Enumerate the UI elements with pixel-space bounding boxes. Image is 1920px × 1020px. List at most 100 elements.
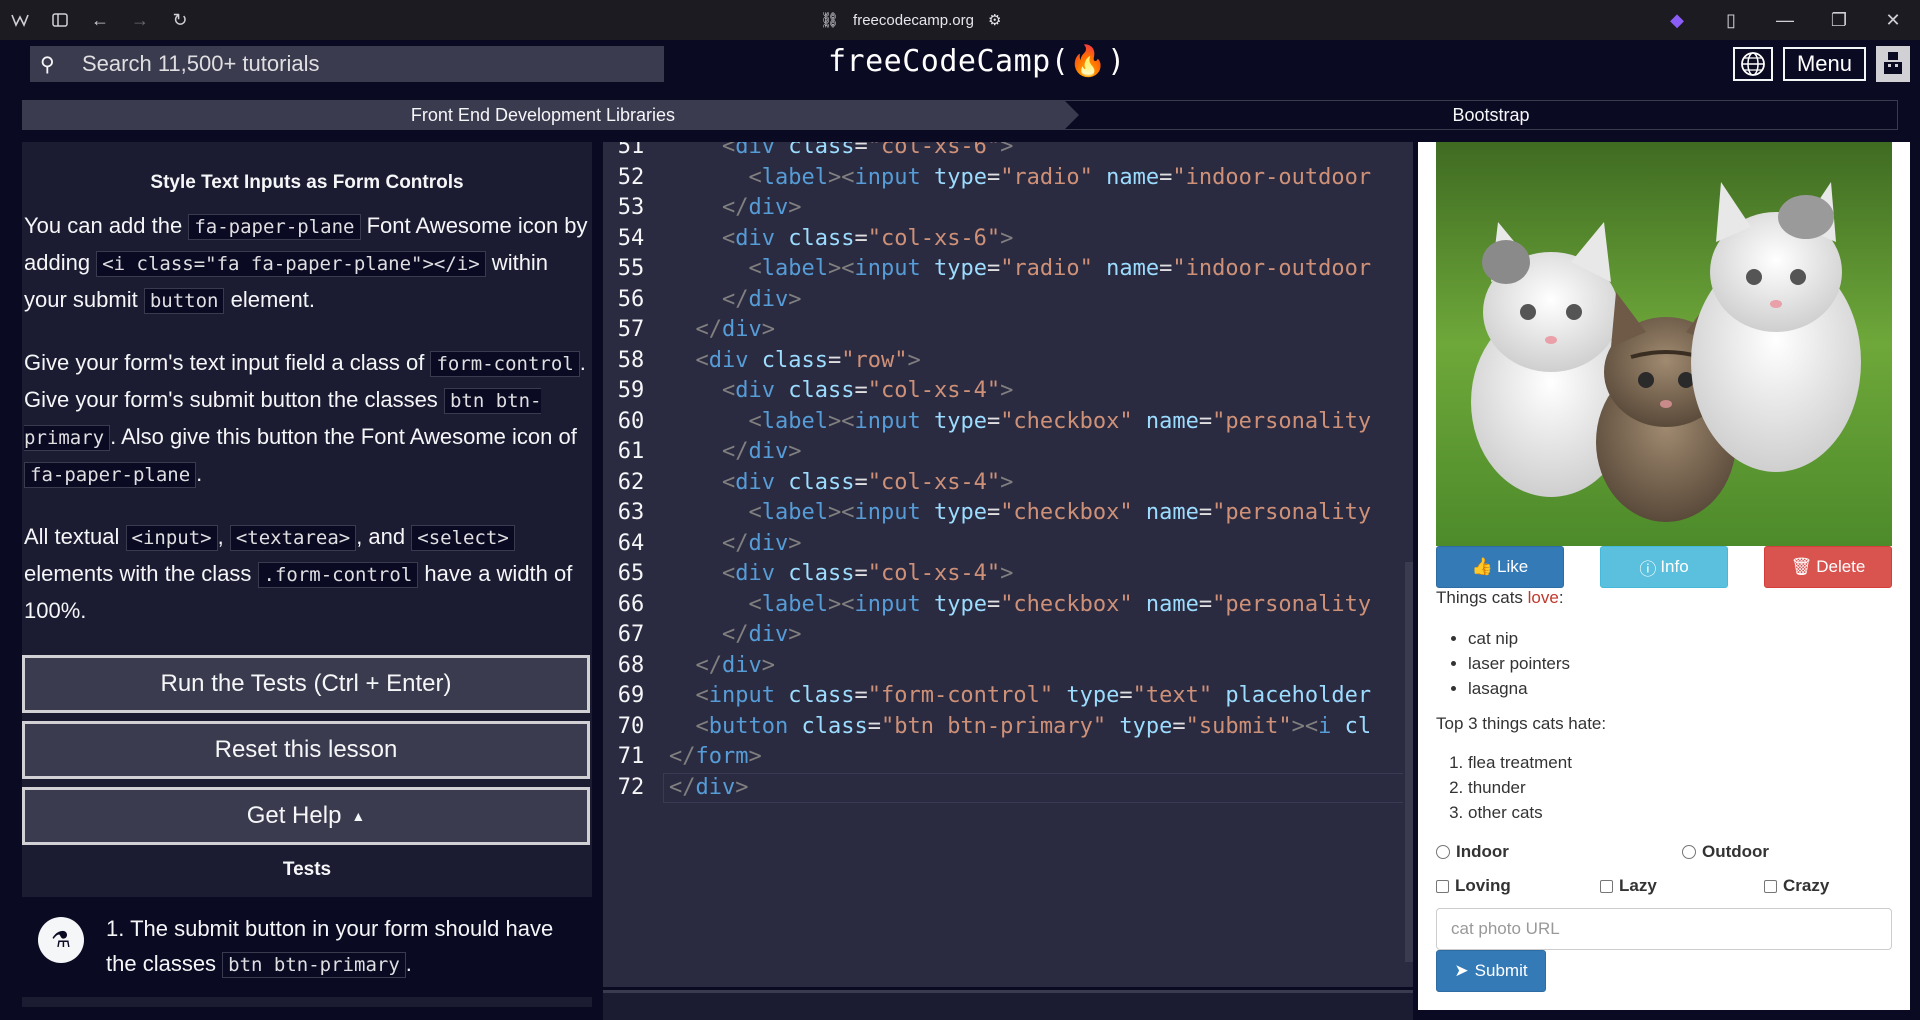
code-token: = — [1159, 164, 1173, 190]
code-token: div — [708, 347, 749, 373]
address-bar[interactable]: ⛓ freecodecamp.org ⚙ — [820, 8, 1001, 32]
code-line[interactable]: <label><input type="radio" name="indoor-… — [669, 165, 1371, 190]
scrollbar-thumb[interactable] — [1405, 562, 1413, 962]
kitten-image[interactable] — [1436, 142, 1892, 546]
code-token: "row" — [841, 347, 908, 373]
radio-label: Outdoor — [1702, 842, 1770, 861]
checkbox-loving[interactable]: Loving — [1436, 876, 1511, 896]
code-token: cl — [1344, 713, 1372, 739]
checkbox[interactable] — [1764, 879, 1777, 893]
code-line[interactable]: <label><input type="checkbox" name="pers… — [669, 409, 1371, 434]
radio-circle[interactable] — [1682, 845, 1696, 859]
line-number: 64 — [617, 530, 645, 556]
code-line[interactable]: <div class="col-xs-4"> — [669, 378, 1013, 403]
code-token: input — [854, 591, 921, 617]
code-line[interactable]: </div> — [669, 530, 802, 556]
checkbox[interactable] — [1600, 879, 1613, 893]
code-line[interactable]: </div> — [669, 652, 776, 678]
code-line[interactable]: <div class="col-xs-6"> — [669, 142, 1013, 159]
back-arrow-icon[interactable]: ← — [80, 0, 120, 40]
console-pane[interactable] — [603, 990, 1413, 1020]
code-token: </ — [695, 317, 723, 342]
code-line[interactable]: <div class="col-xs-4"> — [669, 561, 1013, 586]
breadcrumb-superblock[interactable]: Front End Development Libraries — [22, 100, 1079, 130]
code-token: div — [748, 439, 789, 464]
inline-code: <select> — [411, 525, 515, 551]
code-token: </ — [695, 652, 723, 678]
code-line[interactable]: <label><input type="checkbox" name="pers… — [669, 500, 1371, 525]
extension-icon[interactable]: ◆ — [1650, 0, 1704, 40]
code-token: type — [933, 256, 987, 281]
radio-circle[interactable] — [1436, 845, 1450, 859]
code-token: "col-xs-4" — [867, 561, 1001, 586]
restore-icon[interactable]: ❐ — [1812, 0, 1866, 40]
avatar[interactable] — [1876, 46, 1910, 82]
window-controls: ◆ ▯ — ❐ ✕ — [1650, 0, 1920, 40]
code-token: > — [1000, 225, 1014, 251]
love-heading: Things cats love: — [1436, 588, 1564, 608]
code-line[interactable]: </div> — [669, 622, 802, 647]
code-line[interactable]: <button class="btn btn-primary" type="su… — [669, 713, 1372, 739]
code-token: type — [933, 164, 987, 190]
search-placeholder: Search 11,500+ tutorials — [82, 51, 320, 76]
language-globe-icon[interactable] — [1732, 47, 1773, 81]
reload-icon[interactable]: ↻ — [160, 0, 200, 40]
code-line[interactable]: <label><input type="radio" name="indoor-… — [669, 256, 1371, 281]
text-span: All textual — [24, 524, 126, 549]
close-window-icon[interactable]: ✕ — [1866, 0, 1920, 40]
reset-lesson-button[interactable]: Reset this lesson — [22, 721, 590, 779]
code-token: "checkbox" — [1000, 500, 1133, 525]
browser-logo-icon[interactable] — [0, 0, 40, 40]
code-token: > — [1000, 561, 1014, 586]
list-item: other cats — [1468, 800, 1572, 825]
code-token: div — [748, 530, 789, 556]
code-token: div — [735, 561, 775, 586]
line-number: 65 — [617, 561, 645, 586]
site-settings-icon[interactable]: ⚙ — [988, 11, 1001, 29]
code-line[interactable]: </div> — [669, 439, 802, 464]
code-line[interactable]: <div class="col-xs-4"> — [669, 470, 1013, 495]
code-token: = — [1198, 591, 1213, 617]
inline-code: .form-control — [257, 562, 419, 588]
code-token: class — [788, 378, 855, 403]
code-line[interactable]: <div class="row"> — [669, 348, 921, 373]
editor-scrollbar[interactable] — [1403, 142, 1413, 987]
radio-outdoor[interactable]: Outdoor — [1682, 842, 1769, 862]
search-input[interactable]: ⚲ Search 11,500+ tutorials — [30, 46, 664, 82]
code-line[interactable]: </form> — [669, 744, 762, 769]
code-editor[interactable]: 51 <div class="col-xs-6"> 52 <label><inpu… — [603, 142, 1413, 987]
code-line[interactable]: <input class="form-control" type="text" … — [669, 683, 1372, 708]
submit-button[interactable]: ➤ Submit — [1436, 950, 1546, 992]
menu-button[interactable]: Menu — [1782, 47, 1866, 81]
input-placeholder: cat photo URL — [1451, 919, 1560, 938]
code-line[interactable]: <div class="col-xs-6"> — [669, 226, 1013, 251]
radio-indoor[interactable]: Indoor — [1436, 842, 1509, 862]
delete-button[interactable]: 🗑 Delete — [1764, 546, 1892, 588]
like-button[interactable]: 👍 Like — [1436, 546, 1564, 588]
code-line[interactable]: <label><input type="checkbox" name="pers… — [669, 592, 1371, 617]
forward-arrow-icon[interactable]: → — [120, 0, 160, 40]
line-number: 67 — [617, 622, 645, 647]
code-line[interactable]: </div> — [669, 317, 776, 342]
checkbox[interactable] — [1436, 879, 1449, 893]
get-help-button[interactable]: Get Help ▲ — [22, 787, 590, 845]
code-token: div — [748, 622, 789, 647]
minimize-icon[interactable]: — — [1758, 0, 1812, 40]
site-logo[interactable]: freeCodeCamp(🔥) — [828, 44, 1126, 79]
breadcrumb-block[interactable]: Bootstrap — [1064, 100, 1898, 130]
checkbox-crazy[interactable]: Crazy — [1764, 876, 1829, 896]
info-button[interactable]: ⓘ Info — [1600, 546, 1728, 588]
code-line[interactable]: </div> — [669, 195, 802, 220]
run-tests-button[interactable]: Run the Tests (Ctrl + Enter) — [22, 655, 590, 713]
code-token: class — [788, 225, 855, 251]
split-view-icon[interactable]: ▯ — [1704, 0, 1758, 40]
checkbox-lazy[interactable]: Lazy — [1600, 876, 1657, 896]
sidebar-toggle-icon[interactable] — [40, 0, 80, 40]
code-line[interactable]: </div> — [669, 287, 802, 312]
cat-photo-url-input[interactable]: cat photo URL — [1436, 908, 1892, 950]
inline-code: button — [143, 288, 225, 314]
inline-code: <textarea> — [229, 525, 357, 551]
